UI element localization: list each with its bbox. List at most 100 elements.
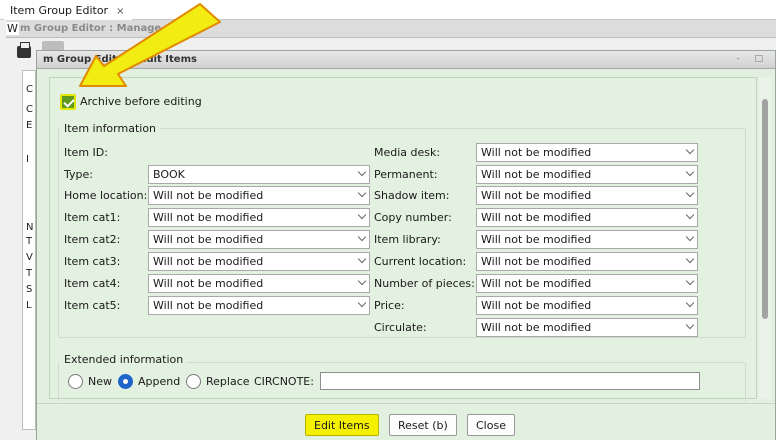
- chevron-down-icon: [357, 167, 367, 177]
- manage-window-titlebar: W m Group Editor : Manage: [6, 20, 776, 38]
- item-cat3-value: Will not be modified: [153, 255, 264, 268]
- circulate-label: Circulate:: [374, 321, 427, 334]
- home-location-value: Will not be modified: [153, 189, 264, 202]
- permanent-value: Will not be modified: [481, 168, 592, 181]
- home-location-label: Home location:: [64, 189, 148, 202]
- chevron-down-icon: [357, 298, 367, 308]
- copy-number-select[interactable]: Will not be modified: [476, 208, 698, 227]
- radio-replace[interactable]: [186, 374, 201, 389]
- price-value: Will not be modified: [481, 299, 592, 312]
- radio-append[interactable]: [118, 374, 133, 389]
- edit-items-dialog: m Group Editor : Edit Items - □ Archive …: [36, 50, 776, 440]
- archive-checkbox[interactable]: [60, 94, 76, 110]
- reset-button[interactable]: Reset (b): [389, 414, 457, 436]
- current-location-value: Will not be modified: [481, 255, 592, 268]
- number-of-pieces-select[interactable]: Will not be modified: [476, 274, 698, 293]
- item-library-select[interactable]: Will not be modified: [476, 230, 698, 249]
- background-text: N: [26, 222, 34, 233]
- type-value: BOOK: [153, 168, 185, 181]
- type-select[interactable]: BOOK: [148, 165, 370, 184]
- item-cat4-label: Item cat4:: [64, 277, 121, 290]
- permanent-label: Permanent:: [374, 168, 438, 181]
- dialog-content: Archive before editing Item information …: [49, 77, 757, 402]
- item-cat1-value: Will not be modified: [153, 211, 264, 224]
- permanent-select[interactable]: Will not be modified: [476, 165, 698, 184]
- number-of-pieces-label: Number of pieces:: [374, 277, 475, 290]
- chevron-down-icon: [357, 254, 367, 264]
- background-text: C: [26, 84, 33, 95]
- item-library-value: Will not be modified: [481, 233, 592, 246]
- item-cat1-label: Item cat1:: [64, 211, 121, 224]
- price-select[interactable]: Will not be modified: [476, 296, 698, 315]
- media-desk-value: Will not be modified: [481, 146, 592, 159]
- circulate-select[interactable]: Will not be modified: [476, 318, 698, 337]
- media-desk-select[interactable]: Will not be modified: [476, 143, 698, 162]
- vertical-scrollbar[interactable]: [759, 77, 771, 399]
- background-text: E: [26, 120, 33, 131]
- radio-new-label: New: [88, 375, 112, 388]
- chevron-down-icon: [685, 145, 695, 155]
- close-button[interactable]: Close: [467, 414, 515, 436]
- chevron-down-icon: [685, 298, 695, 308]
- background-text: L: [26, 300, 32, 311]
- item-cat5-label: Item cat5:: [64, 299, 121, 312]
- current-location-label: Current location:: [374, 255, 467, 268]
- item-library-label: Item library:: [374, 233, 441, 246]
- radio-new[interactable]: [68, 374, 83, 389]
- circnote-label: CIRCNOTE:: [254, 375, 314, 388]
- background-text: T: [26, 268, 33, 279]
- scrollbar-thumb[interactable]: [762, 99, 768, 319]
- tab-label: Item Group Editor: [10, 4, 109, 17]
- copy-number-label: Copy number:: [374, 211, 452, 224]
- printer-icon[interactable]: [17, 42, 31, 58]
- radio-append-label: Append: [138, 375, 181, 388]
- type-label: Type:: [64, 168, 93, 181]
- item-cat5-select[interactable]: Will not be modified: [148, 296, 370, 315]
- radio-replace-label: Replace: [206, 375, 250, 388]
- chevron-down-icon: [685, 210, 695, 220]
- chevron-down-icon: [685, 167, 695, 177]
- chevron-down-icon: [357, 210, 367, 220]
- shadow-item-label: Shadow item:: [374, 189, 450, 202]
- window-w-prefix: W: [6, 22, 19, 35]
- item-cat4-select[interactable]: Will not be modified: [148, 274, 370, 293]
- shadow-item-select[interactable]: Will not be modified: [476, 186, 698, 205]
- background-text: S: [26, 284, 33, 295]
- chevron-down-icon: [685, 254, 695, 264]
- chevron-down-icon: [685, 320, 695, 330]
- price-label: Price:: [374, 299, 405, 312]
- tab-item-group-editor[interactable]: Item Group Editor ×: [4, 2, 133, 20]
- chevron-down-icon: [685, 188, 695, 198]
- item-information-legend: Item information: [60, 122, 161, 135]
- dialog-title: m Group Editor : Edit Items: [43, 54, 197, 65]
- shadow-item-value: Will not be modified: [481, 189, 592, 202]
- chevron-down-icon: [357, 232, 367, 242]
- item-cat2-select[interactable]: Will not be modified: [148, 230, 370, 249]
- item-cat2-label: Item cat2:: [64, 233, 121, 246]
- window-controls[interactable]: - □: [736, 54, 769, 64]
- chevron-down-icon: [685, 276, 695, 286]
- app-tab-bar: Item Group Editor ×: [0, 0, 776, 20]
- background-text: I: [26, 154, 29, 165]
- archive-label: Archive before editing: [80, 95, 202, 108]
- background-text: C: [26, 104, 33, 115]
- item-cat3-label: Item cat3:: [64, 255, 121, 268]
- current-location-select[interactable]: Will not be modified: [476, 252, 698, 271]
- item-cat2-value: Will not be modified: [153, 233, 264, 246]
- chevron-down-icon: [357, 276, 367, 286]
- background-text: V: [26, 252, 33, 263]
- home-location-select[interactable]: Will not be modified: [148, 186, 370, 205]
- circnote-input[interactable]: [320, 372, 700, 390]
- media-desk-label: Media desk:: [374, 146, 441, 159]
- item-cat5-value: Will not be modified: [153, 299, 264, 312]
- button-bar: Edit Items Reset (b) Close: [37, 403, 775, 440]
- copy-number-value: Will not be modified: [481, 211, 592, 224]
- background-text: T: [26, 236, 33, 247]
- edit-items-button[interactable]: Edit Items: [305, 414, 379, 436]
- dialog-titlebar[interactable]: m Group Editor : Edit Items - □: [37, 51, 775, 69]
- item-cat3-select[interactable]: Will not be modified: [148, 252, 370, 271]
- item-cat4-value: Will not be modified: [153, 277, 264, 290]
- item-cat1-select[interactable]: Will not be modified: [148, 208, 370, 227]
- close-tab-icon[interactable]: ×: [116, 6, 124, 17]
- extended-information-legend: Extended information: [60, 353, 188, 366]
